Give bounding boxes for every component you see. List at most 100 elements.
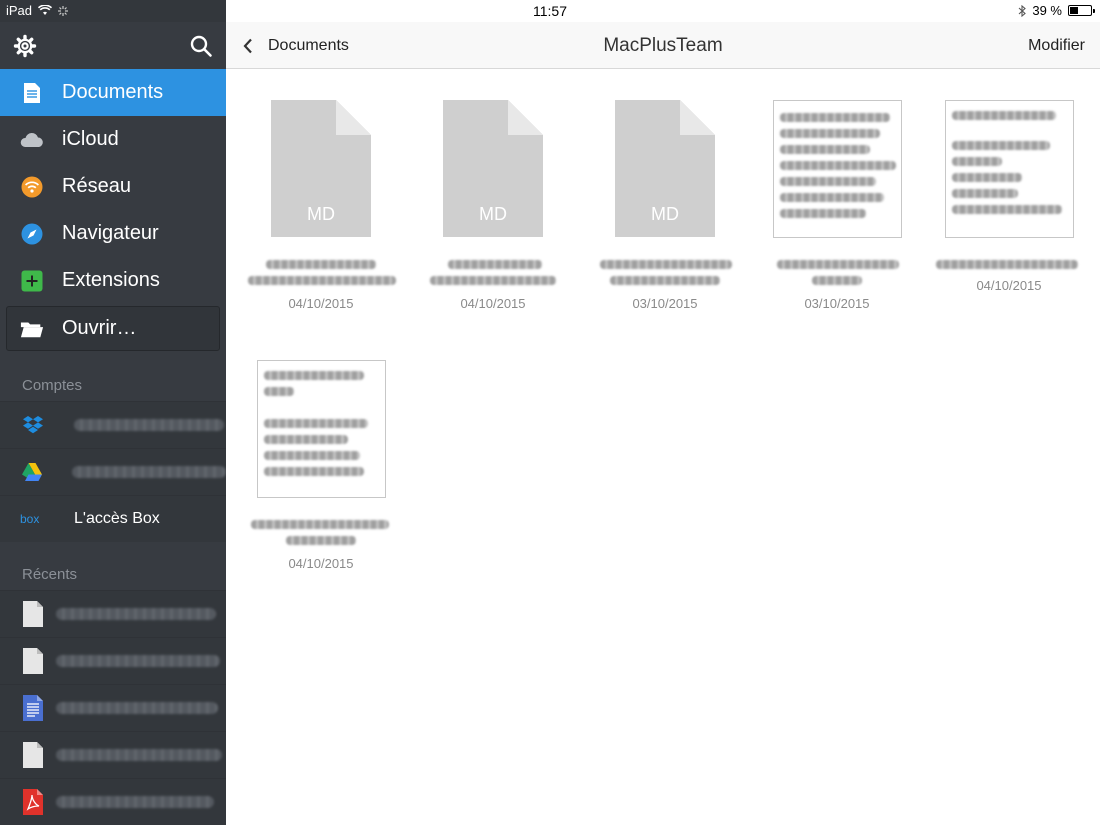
preview-line	[264, 387, 294, 396]
file-type-label: MD	[479, 204, 507, 224]
preview-line	[780, 193, 884, 202]
file-name-redacted	[610, 276, 720, 285]
preview-line	[264, 467, 364, 476]
file-date: 04/10/2015	[460, 296, 526, 311]
recent-item[interactable]	[0, 778, 226, 825]
preview-line	[780, 129, 880, 138]
battery-percent: 39 %	[1032, 3, 1062, 18]
file-icon	[23, 742, 43, 768]
account-name-redacted	[71, 466, 226, 478]
file-name-redacted	[812, 276, 862, 285]
plus-icon	[20, 269, 44, 293]
page-title: MacPlusTeam	[603, 35, 723, 56]
file-date: 04/10/2015	[976, 278, 1042, 293]
google-drive-icon	[20, 460, 44, 484]
file-item[interactable]: MD 04/10/2015	[418, 70, 568, 330]
file-icon	[23, 648, 43, 674]
recent-name-redacted	[56, 796, 214, 808]
file-type-label: MD	[651, 204, 679, 224]
file-date: 04/10/2015	[288, 556, 354, 571]
sidebar-item-label: Documents	[62, 81, 164, 103]
file-name-redacted	[266, 260, 376, 269]
file-date: 04/10/2015	[288, 296, 354, 311]
sidebar-item-label: Navigateur	[62, 222, 159, 244]
account-box[interactable]: box L'accès Box	[0, 495, 226, 542]
sidebar-item-documents[interactable]: Documents	[0, 69, 226, 116]
preview-line	[780, 113, 890, 122]
sidebar-item-label: iCloud	[62, 128, 119, 150]
preview-line	[780, 177, 876, 186]
sidebar: Documents iCloud Réseau Navigateur Exten…	[0, 22, 226, 825]
file-name-redacted	[430, 276, 556, 285]
file-date: 03/10/2015	[804, 296, 870, 311]
file-name-redacted	[777, 260, 899, 269]
file-name-redacted	[448, 260, 542, 269]
recent-name-redacted	[56, 702, 218, 714]
battery-icon	[1068, 5, 1095, 16]
box-icon: box	[20, 507, 46, 531]
file-name-redacted	[936, 260, 1078, 269]
preview-line	[952, 173, 1022, 182]
statusbar-right: 39 %	[1018, 3, 1095, 18]
preview-line	[264, 419, 368, 428]
search-icon[interactable]	[189, 34, 213, 58]
bluetooth-icon	[1018, 4, 1027, 17]
account-name-redacted	[74, 419, 224, 431]
preview-line	[952, 111, 1056, 120]
main-content: Documents MacPlusTeam Modifier MD 04/10/…	[226, 22, 1100, 825]
file-grid: MD 04/10/2015 MD 04/10/2015 MD 03/10/201…	[226, 70, 1100, 825]
file-name-redacted	[251, 520, 389, 529]
document-preview	[773, 100, 902, 238]
recent-name-redacted	[56, 608, 216, 620]
recent-item[interactable]	[0, 637, 226, 684]
edit-button[interactable]: Modifier	[1028, 22, 1085, 69]
recent-item[interactable]	[0, 731, 226, 778]
file-item[interactable]: MD 03/10/2015	[590, 70, 740, 330]
gear-icon[interactable]	[13, 34, 37, 58]
file-item[interactable]: MD 04/10/2015	[246, 70, 396, 330]
dropbox-icon	[20, 413, 46, 437]
preview-line	[780, 161, 896, 170]
preview-line	[264, 451, 360, 460]
recent-item[interactable]	[0, 684, 226, 731]
sidebar-item-network[interactable]: Réseau	[0, 163, 226, 210]
recent-name-redacted	[56, 749, 222, 761]
folder-icon	[20, 317, 44, 341]
file-name-redacted	[286, 536, 356, 545]
battery-fill	[1070, 7, 1078, 14]
compass-icon	[20, 222, 44, 246]
sidebar-item-label: Ouvrir…	[62, 317, 137, 339]
sidebar-item-label: Extensions	[62, 269, 160, 291]
preview-line	[952, 141, 1050, 150]
md-file-icon: MD	[271, 100, 371, 237]
sidebar-item-open[interactable]: Ouvrir…	[6, 306, 220, 351]
status-time: 11:57	[533, 3, 567, 19]
file-item[interactable]: 04/10/2015	[246, 330, 396, 590]
document-preview	[257, 360, 386, 498]
account-google-drive[interactable]	[0, 448, 226, 495]
file-item[interactable]: 03/10/2015	[762, 70, 912, 330]
sidebar-item-extensions[interactable]: Extensions	[0, 257, 226, 304]
network-icon	[20, 175, 44, 199]
sidebar-item-label: Réseau	[62, 175, 131, 197]
recents-section-title: Récents	[22, 566, 78, 583]
preview-line	[952, 189, 1018, 198]
text-document-icon	[23, 695, 43, 721]
document-preview	[945, 100, 1074, 238]
chevron-left-icon	[243, 38, 252, 53]
sidebar-item-browser[interactable]: Navigateur	[0, 210, 226, 257]
preview-line	[264, 371, 364, 380]
file-item[interactable]: 04/10/2015	[934, 70, 1084, 330]
back-label: Documents	[268, 36, 349, 54]
svg-text:box: box	[20, 512, 39, 526]
preview-line	[952, 205, 1062, 214]
back-button[interactable]: Documents	[242, 22, 349, 69]
pdf-icon	[23, 789, 43, 815]
status-bar: iPad 11:57 39 %	[0, 0, 1100, 22]
sidebar-item-icloud[interactable]: iCloud	[0, 116, 226, 163]
preview-line	[780, 209, 866, 218]
accounts-section-title: Comptes	[22, 377, 83, 394]
account-dropbox[interactable]	[0, 401, 226, 448]
file-name-redacted	[600, 260, 732, 269]
recent-item[interactable]	[0, 590, 226, 637]
